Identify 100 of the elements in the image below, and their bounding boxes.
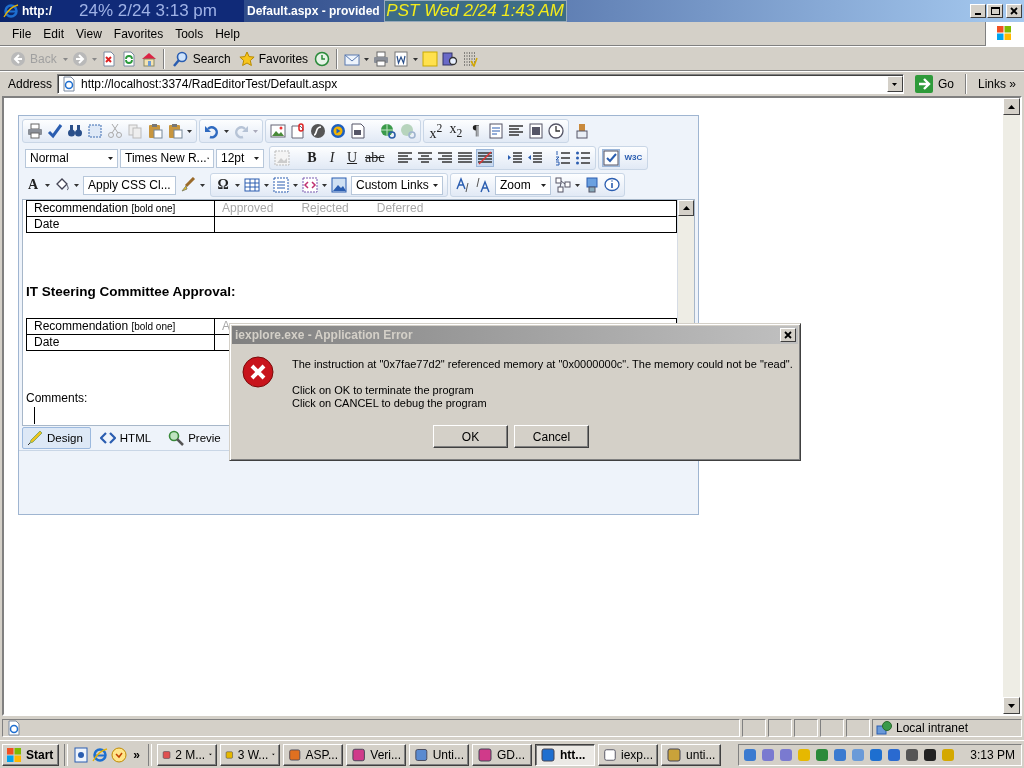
caret-icon[interactable] [74, 183, 79, 187]
caret-icon[interactable] [108, 156, 113, 160]
taskbar-button[interactable]: GD... [472, 743, 533, 766]
close-button[interactable] [1006, 4, 1022, 18]
dropdown[interactable]: Apply CSS Cl... [83, 175, 176, 195]
go-button[interactable]: Go [908, 75, 960, 93]
module-icon[interactable] [555, 177, 571, 193]
browser-icon[interactable] [92, 746, 109, 763]
table-icon[interactable] [244, 177, 260, 193]
subscript-button[interactable]: x$_{2}$ [448, 120, 464, 142]
caret-icon[interactable] [364, 57, 370, 61]
caret-icon[interactable] [541, 183, 546, 187]
paintbrush-icon[interactable] [180, 177, 196, 193]
minimize-button[interactable] [970, 4, 986, 18]
search-button[interactable]: Search [170, 51, 233, 67]
template-icon[interactable] [350, 123, 366, 139]
align-left-icon[interactable] [397, 150, 414, 166]
align-icon[interactable] [508, 123, 524, 139]
dropdown[interactable]: 12pt [216, 148, 264, 168]
mode-tab[interactable]: Previe [163, 427, 229, 449]
bullet-list-icon[interactable] [575, 150, 592, 166]
research-icon[interactable] [442, 51, 459, 67]
more-button[interactable]: » [130, 747, 144, 762]
scroll-down-button[interactable] [1003, 697, 1020, 714]
taskbar-button[interactable]: unti... [661, 743, 722, 766]
mode-tab[interactable]: Design [22, 427, 91, 449]
dropdown[interactable]: Normal [25, 148, 118, 168]
caret-icon[interactable] [200, 183, 205, 187]
stop-icon[interactable] [100, 51, 117, 67]
caret-icon[interactable] [293, 183, 298, 187]
dropdown-button[interactable] [886, 76, 903, 92]
menu-item[interactable]: Edit [37, 27, 71, 41]
strikethrough-button[interactable]: abc [364, 150, 386, 166]
taskbar-button[interactable]: htt... [535, 743, 596, 766]
taskbar-button[interactable]: 3 W... [220, 743, 281, 766]
quick-launch-icon[interactable] [73, 746, 90, 763]
lowercase-icon[interactable] [475, 177, 491, 193]
links-button[interactable]: Links » [971, 77, 1022, 91]
paste-icon[interactable] [147, 123, 163, 139]
justify-icon[interactable] [457, 150, 474, 166]
address-field[interactable]: http://localhost:3374/RadEditorTest/Default.aspx [57, 74, 904, 94]
scrollbar[interactable] [1003, 98, 1020, 714]
outdent-icon[interactable] [527, 150, 544, 166]
undo-icon[interactable] [204, 123, 220, 139]
align-center-icon[interactable] [417, 150, 434, 166]
superscript-button[interactable]: x$^{2}$ [428, 120, 444, 142]
menu-item[interactable]: View [70, 27, 108, 41]
font-color-button[interactable]: A [25, 177, 41, 193]
refresh-icon[interactable] [120, 51, 137, 67]
scroll-up-button[interactable] [678, 200, 694, 216]
mode-tab[interactable]: HTML [94, 427, 160, 449]
numbered-list-icon[interactable] [555, 150, 572, 166]
dialog-button[interactable]: OK [433, 425, 508, 448]
caret-icon[interactable] [264, 183, 269, 187]
favorites-button[interactable]: Favorites [236, 51, 311, 67]
close-button[interactable] [780, 328, 796, 342]
properties-icon[interactable] [528, 123, 544, 139]
no-alignment-icon[interactable] [477, 150, 494, 166]
caret-icon[interactable] [892, 82, 898, 86]
caret-icon[interactable] [433, 183, 438, 187]
dialog-button[interactable]: Cancel [514, 425, 589, 448]
caret-icon[interactable] [322, 183, 327, 187]
symbol-button[interactable]: Ω [215, 177, 231, 193]
history-icon[interactable] [314, 51, 331, 67]
uppercase-icon[interactable] [455, 177, 471, 193]
dotted-grid-icon[interactable] [462, 51, 479, 67]
clock-launch-icon[interactable] [111, 746, 128, 763]
flash-icon[interactable] [310, 123, 326, 139]
format-stripper-icon[interactable] [574, 123, 590, 139]
taskbar-button[interactable]: ASP... [283, 743, 344, 766]
print-icon[interactable] [27, 123, 43, 139]
home-icon[interactable] [140, 51, 157, 67]
caret-icon[interactable] [187, 129, 192, 133]
toggle-view-icon[interactable] [603, 150, 620, 166]
dropdown[interactable]: Zoom [495, 175, 551, 195]
info-icon[interactable] [604, 177, 620, 193]
underline-button[interactable]: U [344, 150, 360, 166]
dropdown[interactable]: Times New R... [120, 148, 214, 168]
menu-item[interactable]: Favorites [107, 27, 170, 41]
indent-icon[interactable] [507, 150, 524, 166]
dropdown[interactable]: Custom Links [351, 175, 443, 195]
paint-bucket-icon[interactable] [54, 177, 70, 193]
word-document-icon[interactable] [393, 51, 410, 67]
menu-item[interactable]: Tools [169, 27, 210, 41]
caret-icon[interactable] [224, 129, 229, 133]
menu-item[interactable]: File [6, 27, 38, 41]
paragraph-button[interactable]: ¶ [468, 123, 484, 139]
taskbar-button[interactable]: 2 M... [157, 743, 218, 766]
caret-icon[interactable] [413, 57, 419, 61]
tray-icon[interactable] [904, 746, 921, 763]
clock-icon[interactable] [548, 123, 564, 139]
start-button[interactable]: Start [2, 743, 60, 766]
link-icon[interactable] [380, 123, 396, 139]
document-icon[interactable] [290, 123, 306, 139]
image-manager-icon[interactable] [331, 177, 347, 193]
caret-icon[interactable] [575, 183, 580, 187]
print-icon[interactable] [373, 51, 390, 67]
caret-icon[interactable] [254, 156, 259, 160]
spellcheck-icon[interactable] [47, 123, 63, 139]
bold-button[interactable]: B [304, 150, 320, 166]
